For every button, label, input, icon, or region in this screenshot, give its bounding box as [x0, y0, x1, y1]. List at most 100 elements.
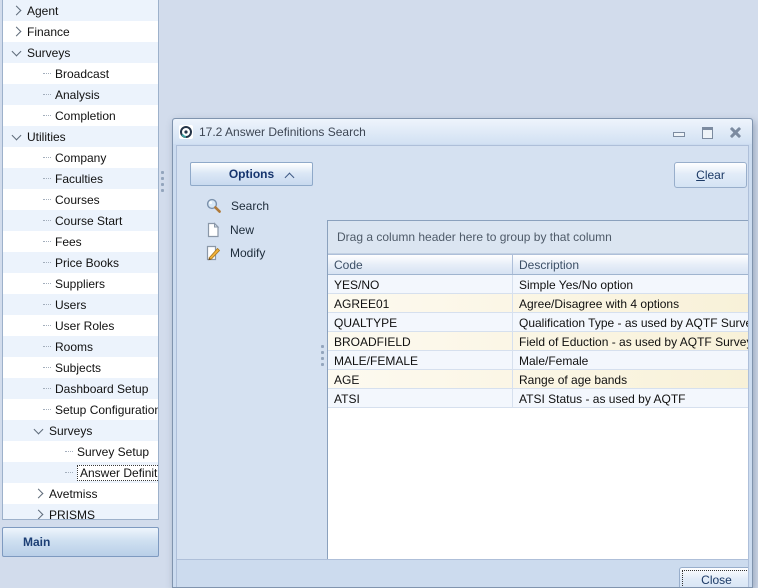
sidebar-main-label: Main	[23, 535, 50, 549]
group-by-hint: Drag a column header here to group by th…	[337, 230, 612, 244]
table-row[interactable]: YES/NOSimple Yes/No option	[328, 275, 749, 294]
collapse-arrow-icon[interactable]	[12, 46, 22, 56]
collapse-arrow-icon[interactable]	[34, 424, 44, 434]
cell-code[interactable]: MALE/FEMALE	[328, 351, 513, 369]
tree-item-utilities[interactable]: Utilities	[3, 126, 158, 147]
cell-description[interactable]: ATSI Status - as used by AQTF	[513, 389, 749, 407]
options-panel-header[interactable]: Options	[190, 162, 313, 186]
search-label: Search	[231, 199, 269, 213]
tree-item-surveys[interactable]: Surveys	[3, 420, 158, 441]
modify-menu-item[interactable]: Modify	[205, 243, 265, 263]
tree-item-label: Avetmiss	[49, 487, 97, 501]
tree-item-label: Company	[55, 151, 106, 165]
tree-connector	[65, 451, 73, 452]
minimize-icon[interactable]	[672, 126, 684, 138]
cell-description[interactable]: Agree/Disagree with 4 options	[513, 294, 749, 312]
tree-connector	[43, 115, 51, 116]
tree-item-faculties[interactable]: Faculties	[3, 168, 158, 189]
tree-item-company[interactable]: Company	[3, 147, 158, 168]
close-icon[interactable]	[730, 126, 742, 138]
table-row[interactable]: BROADFIELDField of Eduction - as used by…	[328, 332, 749, 351]
table-row[interactable]: QUALTYPEQualification Type - as used by …	[328, 313, 749, 332]
expand-arrow-icon[interactable]	[34, 489, 44, 499]
table-row[interactable]: MALE/FEMALEMale/Female	[328, 351, 749, 370]
collapse-arrow-icon[interactable]	[12, 130, 22, 140]
panel-splitter-handle[interactable]	[321, 342, 324, 369]
tree-item-label: Price Books	[55, 256, 119, 270]
tree-connector	[43, 220, 51, 221]
column-header-code[interactable]: Code	[328, 255, 513, 274]
tree-item-surveys[interactable]: Surveys	[3, 42, 158, 63]
restore-icon[interactable]	[701, 126, 713, 138]
tree-item-price-books[interactable]: Price Books	[3, 252, 158, 273]
cell-description[interactable]: Simple Yes/No option	[513, 275, 749, 293]
sidebar-main-button[interactable]: Main	[2, 527, 159, 557]
tree-item-prisms[interactable]: PRISMS	[3, 504, 158, 520]
cell-description[interactable]: Male/Female	[513, 351, 749, 369]
sidebar-tree: AgentFinanceSurveysBroadcastAnalysisComp…	[2, 0, 159, 520]
tree-item-rooms[interactable]: Rooms	[3, 336, 158, 357]
tree-item-label: Rooms	[55, 340, 93, 354]
tree-item-finance[interactable]: Finance	[3, 21, 158, 42]
dialog-client-area: Options Search New Modify	[176, 145, 749, 587]
table-row[interactable]: ATSIATSI Status - as used by AQTF	[328, 389, 749, 408]
tree-item-fees[interactable]: Fees	[3, 231, 158, 252]
expand-arrow-icon[interactable]	[12, 27, 22, 37]
tree-item-dashboard-setup[interactable]: Dashboard Setup	[3, 378, 158, 399]
new-menu-item[interactable]: New	[205, 220, 254, 240]
cell-description[interactable]: Range of age bands	[513, 370, 749, 388]
tree-item-label: Faculties	[55, 172, 103, 186]
tree-item-label: Courses	[55, 193, 100, 207]
tree-item-label: Setup Configuration	[55, 403, 159, 417]
tree-item-avetmiss[interactable]: Avetmiss	[3, 483, 158, 504]
sidebar-splitter-handle[interactable]	[161, 168, 165, 195]
column-header-description[interactable]: Description	[513, 255, 749, 274]
cell-code[interactable]: QUALTYPE	[328, 313, 513, 331]
clear-button[interactable]: Clear	[674, 162, 747, 188]
group-by-panel[interactable]: Drag a column header here to group by th…	[328, 221, 749, 254]
close-button-label: Close	[701, 573, 732, 587]
expand-arrow-icon[interactable]	[12, 6, 22, 16]
modify-document-icon	[205, 245, 221, 261]
tree-item-setup-configuration[interactable]: Setup Configuration	[3, 399, 158, 420]
tree-item-label: Agent	[27, 4, 58, 18]
cell-description[interactable]: Qualification Type - as used by AQTF Sur…	[513, 313, 749, 331]
tree-item-subjects[interactable]: Subjects	[3, 357, 158, 378]
tree-connector	[43, 199, 51, 200]
tree-item-label: PRISMS	[49, 508, 95, 521]
tree-item-analysis[interactable]: Analysis	[3, 84, 158, 105]
dialog-titlebar[interactable]: 17.2 Answer Definitions Search	[173, 119, 752, 144]
table-row[interactable]: AGERange of age bands	[328, 370, 749, 389]
tree-item-label: Surveys	[27, 46, 70, 60]
tree-connector	[43, 73, 51, 74]
tree-item-users[interactable]: Users	[3, 294, 158, 315]
close-button[interactable]: Close	[679, 567, 749, 587]
tree-item-courses[interactable]: Courses	[3, 189, 158, 210]
tree-connector	[43, 325, 51, 326]
tree-item-agent[interactable]: Agent	[3, 0, 158, 21]
tree-connector	[43, 262, 51, 263]
cell-description[interactable]: Field of Eduction - as used by AQTF Surv…	[513, 332, 749, 350]
tree-item-label: User Roles	[55, 319, 114, 333]
cell-code[interactable]: AGE	[328, 370, 513, 388]
tree-item-answer-definitions[interactable]: Answer Definitions	[3, 462, 158, 483]
search-menu-item[interactable]: Search	[205, 196, 269, 216]
tree-connector	[43, 241, 51, 242]
tree-item-label: Course Start	[55, 214, 122, 228]
tree-item-course-start[interactable]: Course Start	[3, 210, 158, 231]
tree-item-label: Broadcast	[55, 67, 109, 81]
tree-item-completion[interactable]: Completion	[3, 105, 158, 126]
tree-item-broadcast[interactable]: Broadcast	[3, 63, 158, 84]
tree-item-suppliers[interactable]: Suppliers	[3, 273, 158, 294]
expand-arrow-icon[interactable]	[34, 510, 44, 520]
cell-code[interactable]: BROADFIELD	[328, 332, 513, 350]
tree-connector	[43, 304, 51, 305]
cell-code[interactable]: ATSI	[328, 389, 513, 407]
collapse-panel-icon[interactable]	[285, 173, 295, 183]
tree-item-user-roles[interactable]: User Roles	[3, 315, 158, 336]
cell-code[interactable]: AGREE01	[328, 294, 513, 312]
table-row[interactable]: AGREE01Agree/Disagree with 4 options	[328, 294, 749, 313]
answer-definitions-grid: Drag a column header here to group by th…	[327, 220, 749, 560]
cell-code[interactable]: YES/NO	[328, 275, 513, 293]
tree-item-survey-setup[interactable]: Survey Setup	[3, 441, 158, 462]
